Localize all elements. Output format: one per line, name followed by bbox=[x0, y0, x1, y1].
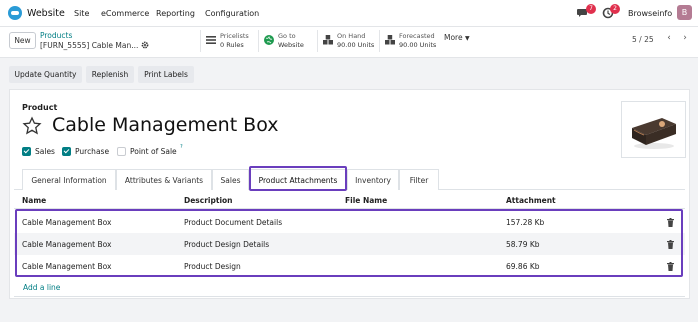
pager-next-button[interactable]: › bbox=[678, 32, 692, 46]
messages-badge: 7 bbox=[586, 4, 596, 14]
sales-checkbox[interactable] bbox=[22, 147, 31, 156]
smart-button-forecasted[interactable]: Forecasted 90.00 Units bbox=[379, 30, 441, 52]
globe-icon bbox=[264, 35, 274, 45]
control-panel: New Products [FURN_5555] Cable Man... Pr… bbox=[0, 27, 698, 58]
app-title[interactable]: Website bbox=[27, 8, 65, 19]
print-labels-button[interactable]: Print Labels bbox=[138, 66, 194, 83]
smart-button-value: 90.00 Units bbox=[337, 41, 375, 49]
smart-button-value: 90.00 Units bbox=[399, 41, 437, 49]
tab-filter[interactable]: Filter bbox=[399, 169, 439, 190]
breadcrumb-current: [FURN_5555] Cable Man... bbox=[40, 41, 139, 50]
product-field-label: Product bbox=[22, 103, 58, 112]
menu-site[interactable]: Site bbox=[74, 9, 89, 18]
gear-icon[interactable] bbox=[141, 41, 149, 49]
column-header-attachment[interactable]: Attachment bbox=[506, 196, 556, 205]
cable-box-image bbox=[632, 118, 676, 149]
top-navbar: Website Site eCommerce Reporting Configu… bbox=[0, 0, 698, 27]
forecast-icon bbox=[385, 35, 395, 45]
pager-value[interactable]: 5 / 25 bbox=[632, 35, 654, 44]
rows-highlight-box bbox=[15, 209, 683, 277]
pager-previous-button[interactable]: ‹ bbox=[662, 32, 676, 46]
smart-button-value: Website bbox=[278, 41, 304, 49]
cubes-icon bbox=[323, 35, 333, 45]
purchase-checkbox[interactable] bbox=[62, 147, 71, 156]
menu-reporting[interactable]: Reporting bbox=[156, 9, 195, 18]
column-header-file-name[interactable]: File Name bbox=[345, 196, 387, 205]
smart-button-label: On Hand bbox=[337, 32, 366, 40]
smart-button-label: Go to bbox=[278, 32, 296, 40]
point-of-sale-label: Point of Sale bbox=[130, 147, 177, 156]
point-of-sale-checkbox[interactable] bbox=[117, 147, 126, 156]
tab-highlight-box bbox=[249, 166, 347, 191]
help-tooltip-icon[interactable]: ? bbox=[180, 144, 183, 150]
smart-button-website[interactable]: Go to Website bbox=[258, 30, 317, 52]
menu-ecommerce[interactable]: eCommerce bbox=[101, 9, 149, 18]
product-name-field[interactable]: Cable Management Box bbox=[52, 114, 279, 136]
smart-button-pricelists[interactable]: Pricelists 0 Rules bbox=[200, 30, 258, 52]
new-button[interactable]: New bbox=[9, 32, 36, 49]
avatar[interactable]: B bbox=[677, 5, 692, 20]
tab-attributes-variants[interactable]: Attributes & Variants bbox=[116, 169, 212, 190]
replenish-button[interactable]: Replenish bbox=[86, 66, 134, 83]
more-label: More bbox=[444, 33, 463, 42]
sales-label: Sales bbox=[35, 147, 55, 156]
tab-general-information[interactable]: General Information bbox=[22, 169, 116, 190]
activities-badge: 2 bbox=[610, 4, 620, 14]
table-footer-divider bbox=[14, 296, 685, 297]
update-quantity-button[interactable]: Update Quantity bbox=[9, 66, 82, 83]
breadcrumb-products[interactable]: Products bbox=[40, 31, 72, 40]
column-header-description[interactable]: Description bbox=[184, 196, 233, 205]
purchase-label: Purchase bbox=[75, 147, 110, 156]
favorite-star-icon[interactable] bbox=[22, 116, 42, 136]
product-image[interactable] bbox=[621, 101, 686, 158]
smart-button-label: Pricelists bbox=[220, 32, 249, 40]
list-icon bbox=[206, 36, 216, 44]
company-name[interactable]: Browseinfo bbox=[628, 9, 672, 18]
tab-inventory[interactable]: Inventory bbox=[347, 169, 399, 190]
smart-button-label: Forecasted bbox=[399, 32, 435, 40]
smart-button-value: 0 Rules bbox=[220, 41, 244, 49]
website-app-icon[interactable] bbox=[8, 6, 22, 20]
caret-down-icon: ▼ bbox=[464, 35, 470, 42]
smart-button-on-hand[interactable]: On Hand 90.00 Units bbox=[317, 30, 379, 52]
column-header-name[interactable]: Name bbox=[22, 196, 46, 205]
add-line-link[interactable]: Add a line bbox=[23, 283, 60, 292]
more-dropdown-button[interactable]: More ▼ bbox=[444, 33, 470, 42]
tab-sales[interactable]: Sales bbox=[212, 169, 249, 190]
menu-configuration[interactable]: Configuration bbox=[205, 9, 259, 18]
